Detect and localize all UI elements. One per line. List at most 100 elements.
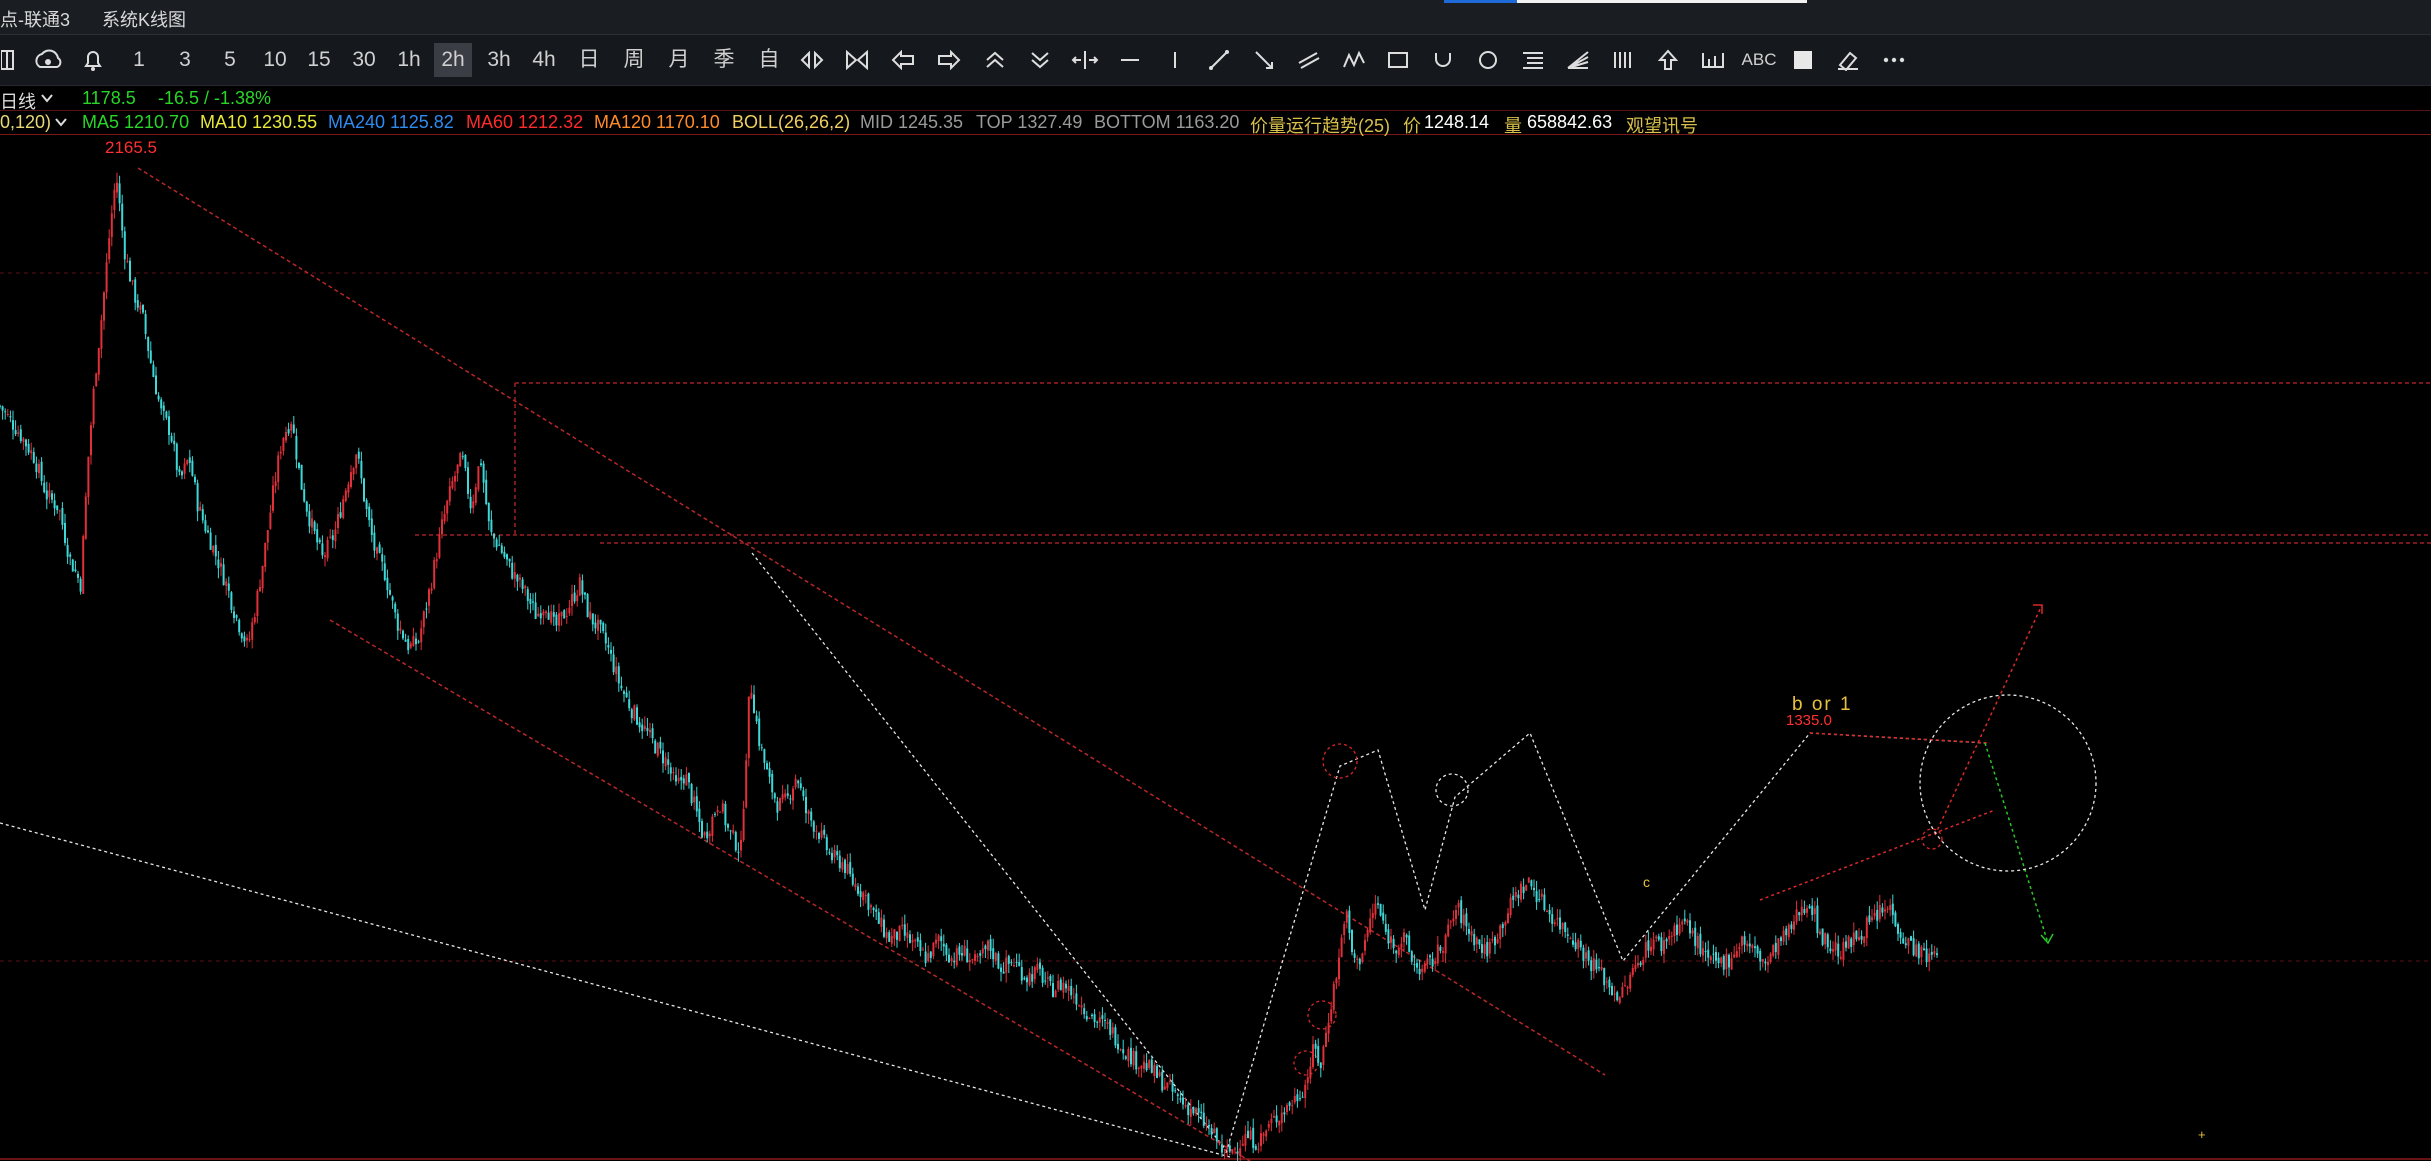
period-day[interactable]: 日 — [574, 43, 604, 77]
arc-icon[interactable] — [1428, 43, 1458, 77]
candle-body — [1163, 1086, 1166, 1090]
candle-body — [1002, 971, 1005, 974]
period-15m[interactable]: 15 — [302, 43, 336, 77]
candle-body — [1239, 1148, 1242, 1156]
candle-body — [95, 373, 98, 387]
rectangle-icon[interactable] — [1383, 43, 1413, 77]
eraser-icon[interactable] — [1833, 43, 1863, 77]
expand-horizontal-icon[interactable] — [797, 43, 827, 77]
candle-body — [157, 395, 160, 400]
candle-body — [1020, 967, 1023, 981]
candle-body — [1608, 979, 1611, 988]
candle-body — [404, 639, 407, 642]
candle-body — [279, 451, 282, 454]
candle-body — [732, 830, 735, 833]
gann-fan-icon[interactable] — [1563, 43, 1593, 77]
candle-body — [1325, 1032, 1327, 1047]
candle-body — [1491, 938, 1494, 941]
period-custom[interactable]: 自 — [754, 43, 784, 77]
period-1m[interactable]: 1 — [124, 43, 154, 77]
candle-body — [1559, 917, 1561, 930]
candle-body — [857, 886, 859, 894]
candle-body — [1741, 936, 1743, 946]
candle-body — [1241, 1143, 1244, 1146]
candle-body — [958, 946, 961, 955]
alert-bell-icon[interactable] — [78, 43, 108, 77]
candle-body — [664, 757, 667, 767]
period-5m[interactable]: 5 — [215, 43, 245, 77]
candle-body — [1754, 946, 1756, 949]
window-title[interactable]: 点-联通3 — [0, 6, 70, 32]
shrink-horizontal-icon[interactable] — [842, 43, 872, 77]
parallel-channel-icon[interactable] — [1294, 43, 1324, 77]
candlestick-chart[interactable]: c + 2165.5 b or 1 1335.0 — [0, 135, 2431, 1161]
text-tool[interactable]: ABC — [1740, 43, 1778, 77]
period-4h[interactable]: 4h — [527, 43, 561, 77]
trend-line-icon[interactable] — [1204, 43, 1234, 77]
candle-body — [1260, 1133, 1262, 1146]
color-swatch-icon[interactable] — [1788, 43, 1818, 77]
candle-body — [628, 699, 631, 709]
candle-body — [1447, 924, 1450, 937]
candle-body — [1694, 927, 1697, 946]
period-10m[interactable]: 10 — [258, 43, 292, 77]
period-week[interactable]: 周 — [619, 43, 649, 77]
candle-body — [329, 536, 332, 538]
fibonacci-icon[interactable] — [1518, 43, 1548, 77]
candle-body — [1366, 929, 1369, 938]
candle-body — [1098, 1017, 1101, 1023]
title-search-strip[interactable] — [1517, 0, 1807, 3]
ray-line-icon[interactable] — [1249, 43, 1279, 77]
ma-params[interactable]: 0,120) — [0, 112, 51, 133]
scroll-left-icon[interactable] — [888, 43, 918, 77]
candle-body — [779, 798, 781, 811]
candle-body — [1847, 936, 1850, 949]
price-range-icon[interactable] — [1698, 43, 1728, 77]
period-season[interactable]: 季 — [709, 43, 739, 77]
scroll-right-icon[interactable] — [934, 43, 964, 77]
polyline-icon[interactable] — [1339, 43, 1369, 77]
high-price-label: 2165.5 — [105, 138, 157, 157]
period-dropdown-icon[interactable] — [40, 88, 54, 109]
candle-body — [467, 467, 469, 494]
candle-body — [1585, 952, 1587, 959]
candle-body — [810, 811, 813, 821]
candle-body — [1273, 1116, 1275, 1118]
zoom-in-icon[interactable] — [980, 43, 1010, 77]
zoom-out-icon[interactable] — [1025, 43, 1055, 77]
period-3m[interactable]: 3 — [170, 43, 200, 77]
candle-body — [1140, 1065, 1143, 1069]
period-30m[interactable]: 30 — [346, 43, 382, 77]
circle-icon[interactable] — [1473, 43, 1503, 77]
period-2h[interactable]: 2h — [434, 43, 472, 77]
candle-body — [48, 490, 51, 498]
candle-body — [1889, 905, 1892, 911]
chart-tab-title[interactable]: 系统K线图 — [102, 6, 186, 32]
candle-body — [383, 563, 386, 580]
candle-body — [144, 314, 147, 334]
time-cycle-icon[interactable] — [1608, 43, 1638, 77]
more-icon[interactable] — [1878, 43, 1910, 77]
crosshair-icon[interactable] — [1068, 43, 1102, 77]
candle-body — [607, 645, 610, 648]
candle-body — [1408, 935, 1411, 952]
cloud-sync-icon[interactable] — [32, 43, 64, 77]
candle-body — [1886, 908, 1889, 910]
layout-icon[interactable] — [0, 43, 16, 77]
candle-body — [945, 944, 948, 955]
period-1h[interactable]: 1h — [393, 43, 425, 77]
period-month[interactable]: 月 — [664, 43, 694, 77]
candle-body — [298, 462, 300, 468]
candle-body — [1821, 928, 1824, 945]
candle-body — [617, 666, 620, 684]
candle-body — [1873, 912, 1876, 917]
candle-body — [420, 628, 423, 643]
arrow-up-icon[interactable] — [1653, 43, 1683, 77]
horizontal-line-icon[interactable] — [1115, 43, 1145, 77]
candle-body — [1434, 961, 1437, 964]
vertical-line-icon[interactable] — [1160, 43, 1190, 77]
candle-body — [903, 924, 906, 936]
period-3h[interactable]: 3h — [482, 43, 516, 77]
candle-body — [1015, 961, 1018, 963]
ma-dropdown-icon[interactable] — [54, 112, 68, 133]
